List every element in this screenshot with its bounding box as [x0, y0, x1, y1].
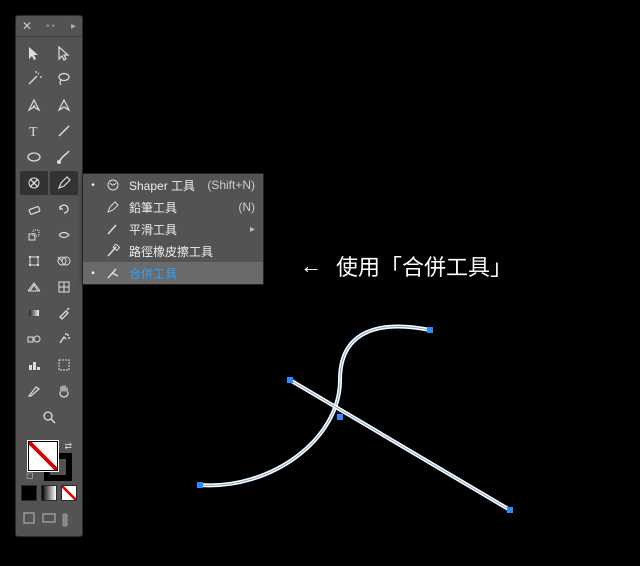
flyout-item-pencil[interactable]: 鉛筆工具 (N): [83, 196, 263, 218]
shaper-tool[interactable]: [20, 171, 48, 195]
eraser-tool[interactable]: [20, 197, 48, 221]
perspective-grid-tool[interactable]: [20, 275, 48, 299]
blend-tool[interactable]: [20, 327, 48, 351]
flyout-label: 平滑工具: [129, 221, 238, 238]
tools-panel: ✕ •• ▸ T: [15, 15, 83, 537]
submenu-arrow-icon: ▸: [250, 224, 255, 235]
tool-grid: T: [16, 37, 82, 435]
swap-fill-stroke-icon[interactable]: ⇄: [64, 441, 72, 452]
flyout-shortcut: (Shift+N): [207, 178, 255, 192]
selection-square-icon: ▪: [89, 268, 97, 279]
flyout-item-path-eraser[interactable]: 路徑橡皮擦工具: [83, 240, 263, 262]
lasso-tool[interactable]: [50, 67, 78, 91]
flyout-item-smooth[interactable]: 平滑工具 ▸: [83, 218, 263, 240]
line-segment-tool[interactable]: [50, 119, 78, 143]
flyout-item-shaper[interactable]: • Shaper 工具 (Shift+N): [83, 174, 263, 196]
path-eraser-icon: [105, 243, 121, 259]
zoom-tool[interactable]: [20, 405, 78, 429]
pen-tool[interactable]: [20, 93, 48, 117]
svg-text:T: T: [29, 125, 38, 139]
flyout-label: 合併工具: [129, 265, 255, 282]
default-fill-stroke-icon[interactable]: ◻: [26, 470, 33, 481]
color-mode-none[interactable]: [61, 485, 77, 501]
artboard-tool[interactable]: [50, 353, 78, 377]
flyout-label: Shaper 工具: [129, 177, 199, 194]
collapse-icon[interactable]: ▸: [71, 21, 76, 32]
arrow-left-icon: ←: [300, 253, 322, 279]
pencil-tool-flyout: • Shaper 工具 (Shift+N) 鉛筆工具 (N) 平滑工具 ▸ 路徑…: [82, 173, 264, 285]
free-transform-tool[interactable]: [20, 249, 48, 273]
join-icon: [105, 265, 121, 281]
pencil-icon: [105, 199, 121, 215]
color-swatch-block: ⇄ ◻: [16, 435, 82, 505]
smooth-icon: [105, 221, 121, 237]
annotation-text: 使用「合併工具」: [336, 250, 512, 282]
direct-selection-tool[interactable]: [50, 41, 78, 65]
symbol-sprayer-tool[interactable]: [50, 327, 78, 351]
paintbrush-tool[interactable]: [50, 145, 78, 169]
flyout-item-join[interactable]: ▪ 合併工具: [83, 262, 263, 284]
gradient-tool[interactable]: [20, 301, 48, 325]
pencil-tool[interactable]: [50, 171, 78, 195]
magic-wand-tool[interactable]: [20, 67, 48, 91]
slice-tool[interactable]: [20, 379, 48, 403]
drag-handle-icon[interactable]: ••: [38, 21, 65, 32]
ellipse-tool[interactable]: [20, 145, 48, 169]
curvature-tool[interactable]: [50, 93, 78, 117]
selection-tool[interactable]: [20, 41, 48, 65]
fill-stroke-swatch[interactable]: ⇄ ◻: [26, 441, 72, 481]
column-graph-tool[interactable]: [20, 353, 48, 377]
panel-footer: [16, 505, 82, 536]
color-mode-gradient[interactable]: [41, 485, 57, 501]
panel-header[interactable]: ✕ •• ▸: [16, 16, 82, 37]
close-icon[interactable]: ✕: [22, 20, 32, 32]
width-tool[interactable]: [50, 223, 78, 247]
shape-builder-tool[interactable]: [50, 249, 78, 273]
eyedropper-tool[interactable]: [50, 301, 78, 325]
mesh-tool[interactable]: [50, 275, 78, 299]
check-icon: •: [89, 180, 97, 191]
color-mode-solid[interactable]: [21, 485, 37, 501]
hand-tool[interactable]: [50, 379, 78, 403]
flyout-shortcut: (N): [238, 200, 255, 214]
annotation: ← 使用「合併工具」: [300, 250, 512, 282]
flyout-label: 鉛筆工具: [129, 199, 230, 216]
flyout-label: 路徑橡皮擦工具: [129, 243, 255, 260]
draw-mode-icon[interactable]: [22, 511, 36, 528]
type-tool[interactable]: T: [20, 119, 48, 143]
more-options-icon[interactable]: [62, 517, 68, 523]
fill-swatch[interactable]: [28, 441, 58, 471]
shaper-icon: [105, 177, 121, 193]
rotate-tool[interactable]: [50, 197, 78, 221]
scale-tool[interactable]: [20, 223, 48, 247]
screen-mode-icon[interactable]: [42, 511, 56, 528]
